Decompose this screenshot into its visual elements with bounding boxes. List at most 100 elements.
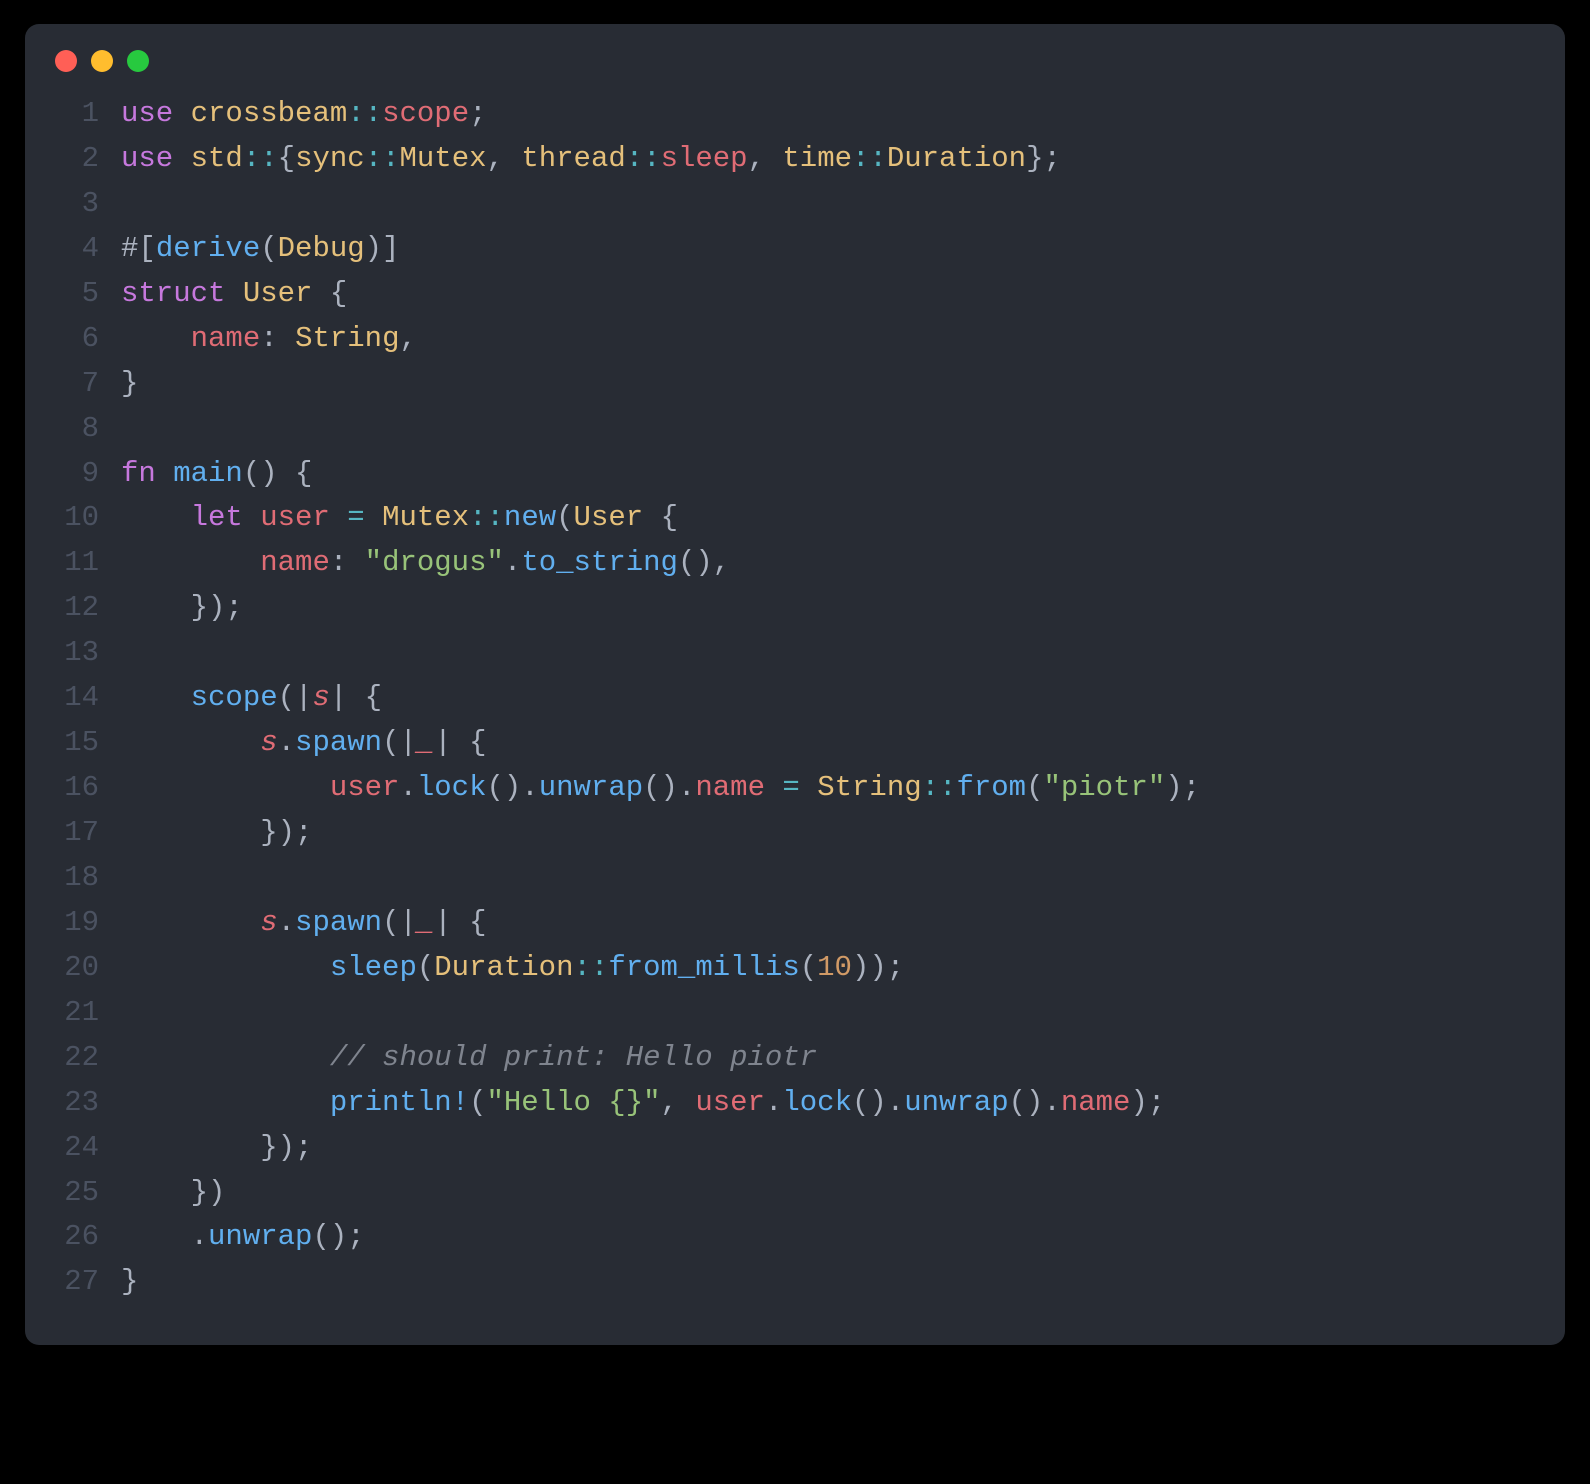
code-content[interactable]: .unwrap();	[121, 1215, 365, 1260]
token-pun: ,	[399, 322, 416, 355]
token-ns: User	[574, 501, 644, 534]
code-content[interactable]: s.spawn(|_| {	[121, 721, 487, 766]
traffic-light-zoom-icon[interactable]	[127, 50, 149, 72]
line-number: 27	[43, 1260, 121, 1305]
code-content[interactable]: use std::{sync::Mutex, thread::sleep, ti…	[121, 137, 1061, 182]
code-line[interactable]: 27}	[43, 1260, 1537, 1305]
token-pun: ().	[643, 771, 695, 804]
token-pun: (	[1026, 771, 1043, 804]
code-line[interactable]: 26 .unwrap();	[43, 1215, 1537, 1260]
token-pun: ;	[469, 97, 486, 130]
token-pun: .	[399, 771, 416, 804]
token-prop: name	[1061, 1086, 1131, 1119]
code-line[interactable]: 3	[43, 182, 1537, 227]
code-line[interactable]: 2use std::{sync::Mutex, thread::sleep, t…	[43, 137, 1537, 182]
line-number: 8	[43, 407, 121, 452]
token-pun: () {	[243, 457, 313, 490]
token-func: unwrap	[208, 1220, 312, 1253]
traffic-light-close-icon[interactable]	[55, 50, 77, 72]
token-func: spawn	[295, 726, 382, 759]
line-number: 15	[43, 721, 121, 766]
code-line[interactable]: 4#[derive(Debug)]	[43, 227, 1537, 272]
token-func: println!	[330, 1086, 469, 1119]
code-editor[interactable]: 1use crossbeam::scope;2use std::{sync::M…	[25, 82, 1565, 1345]
token-func: main	[173, 457, 243, 490]
line-number: 23	[43, 1081, 121, 1126]
token-wht	[121, 906, 260, 939]
code-line[interactable]: 13	[43, 631, 1537, 676]
code-line[interactable]: 23 println!("Hello {}", user.lock().unwr…	[43, 1081, 1537, 1126]
code-line[interactable]: 15 s.spawn(|_| {	[43, 721, 1537, 766]
code-line[interactable]: 12 });	[43, 586, 1537, 631]
code-line[interactable]: 21	[43, 991, 1537, 1036]
code-line[interactable]: 1use crossbeam::scope;	[43, 92, 1537, 137]
code-line[interactable]: 17 });	[43, 811, 1537, 856]
code-content[interactable]: name: String,	[121, 317, 417, 362]
code-line[interactable]: 14 scope(|s| {	[43, 676, 1537, 721]
token-var: sleep	[661, 142, 748, 175]
code-content[interactable]: });	[121, 586, 243, 631]
code-content[interactable]: user.lock().unwrap().name = String::from…	[121, 766, 1200, 811]
code-line[interactable]: 19 s.spawn(|_| {	[43, 901, 1537, 946]
token-varit: s	[260, 906, 277, 939]
line-number: 26	[43, 1215, 121, 1260]
token-op: ::	[574, 951, 609, 984]
token-func: new	[504, 501, 556, 534]
code-line[interactable]: 20 sleep(Duration::from_millis(10));	[43, 946, 1537, 991]
token-pun: ();	[312, 1220, 364, 1253]
token-pun: );	[1130, 1086, 1165, 1119]
code-line[interactable]: 18	[43, 856, 1537, 901]
code-line[interactable]: 16 user.lock().unwrap().name = String::f…	[43, 766, 1537, 811]
token-wht	[121, 951, 330, 984]
code-content[interactable]: sleep(Duration::from_millis(10));	[121, 946, 904, 991]
token-var: user	[330, 771, 400, 804]
token-pun: (|	[382, 906, 417, 939]
code-line[interactable]: 5struct User {	[43, 272, 1537, 317]
token-num: 10	[817, 951, 852, 984]
code-line[interactable]: 6 name: String,	[43, 317, 1537, 362]
code-content[interactable]: });	[121, 811, 312, 856]
code-content[interactable]: }	[121, 362, 138, 407]
token-var: scope	[382, 97, 469, 130]
code-line[interactable]: 22 // should print: Hello piotr	[43, 1036, 1537, 1081]
token-pun: (	[417, 951, 434, 984]
token-pun: .	[278, 906, 295, 939]
code-content[interactable]: });	[121, 1126, 312, 1171]
token-wht	[121, 771, 330, 804]
line-number: 9	[43, 452, 121, 497]
code-content[interactable]: println!("Hello {}", user.lock().unwrap(…	[121, 1081, 1165, 1126]
code-line[interactable]: 11 name: "drogus".to_string(),	[43, 541, 1537, 586]
code-line[interactable]: 24 });	[43, 1126, 1537, 1171]
token-func: lock	[417, 771, 487, 804]
code-content[interactable]: struct User {	[121, 272, 347, 317]
code-line[interactable]: 7}	[43, 362, 1537, 407]
code-content[interactable]: let user = Mutex::new(User {	[121, 496, 678, 541]
code-content[interactable]: use crossbeam::scope;	[121, 92, 487, 137]
code-line[interactable]: 10 let user = Mutex::new(User {	[43, 496, 1537, 541]
token-func: lock	[782, 1086, 852, 1119]
code-content[interactable]: }	[121, 1260, 138, 1305]
code-content[interactable]: // should print: Hello piotr	[121, 1036, 817, 1081]
token-pun: ().	[852, 1086, 904, 1119]
code-line[interactable]: 25 })	[43, 1171, 1537, 1216]
code-content[interactable]: scope(|s| {	[121, 676, 382, 721]
token-pun: });	[260, 1131, 312, 1164]
line-number: 16	[43, 766, 121, 811]
token-kw: fn	[121, 457, 173, 490]
token-pun: (),	[678, 546, 730, 579]
token-func: unwrap	[539, 771, 643, 804]
code-content[interactable]: s.spawn(|_| {	[121, 901, 487, 946]
code-content[interactable]: fn main() {	[121, 452, 312, 497]
code-line[interactable]: 9fn main() {	[43, 452, 1537, 497]
token-kw: struct	[121, 277, 243, 310]
code-content[interactable]: })	[121, 1171, 225, 1216]
token-ns: sync	[295, 142, 365, 175]
traffic-light-minimize-icon[interactable]	[91, 50, 113, 72]
token-ns: std	[191, 142, 243, 175]
code-content[interactable]: name: "drogus".to_string(),	[121, 541, 730, 586]
line-number: 24	[43, 1126, 121, 1171]
code-line[interactable]: 8	[43, 407, 1537, 452]
token-pun: (	[800, 951, 817, 984]
line-number: 6	[43, 317, 121, 362]
code-content[interactable]: #[derive(Debug)]	[121, 227, 399, 272]
